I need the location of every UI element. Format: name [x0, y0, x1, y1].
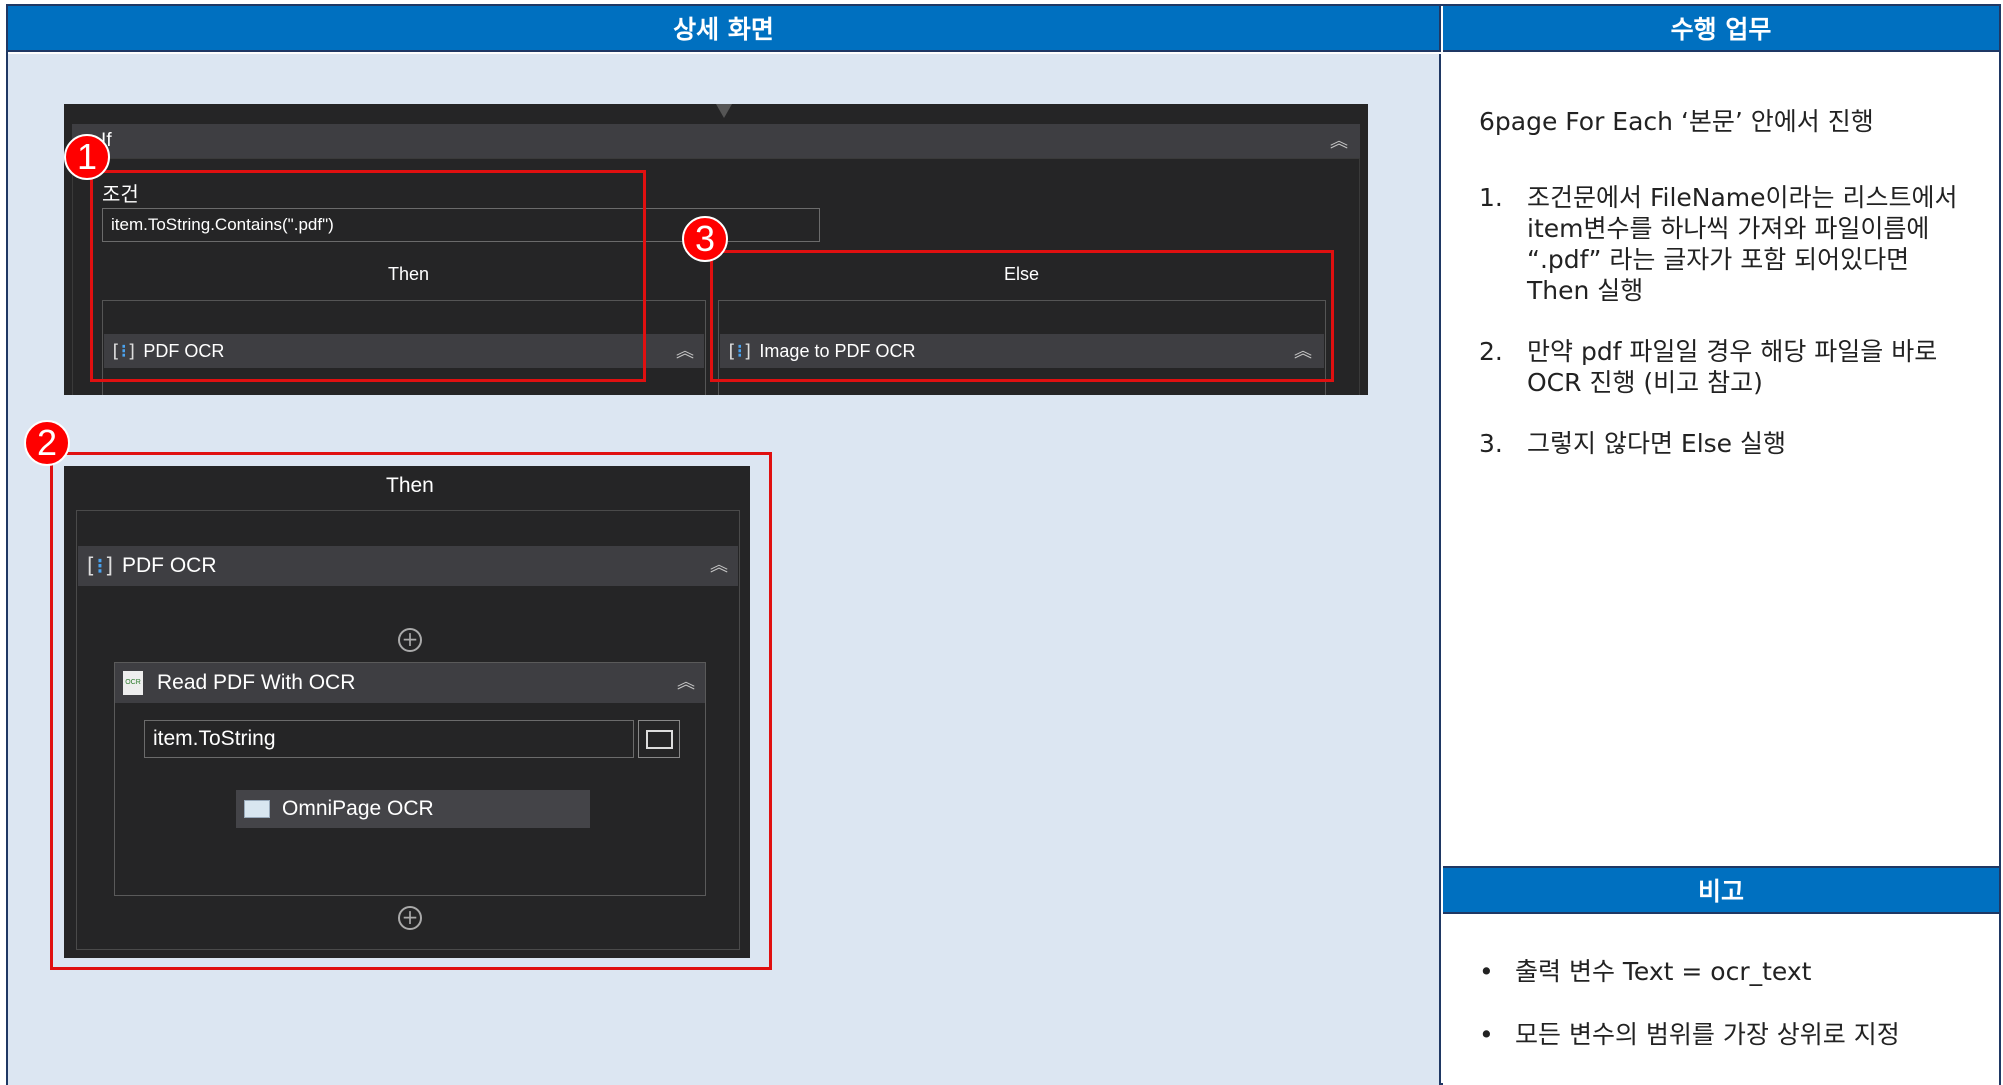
- notes-area: • 출력 변수 Text = ocr_text • 모든 변수의 범위를 가장 상위…: [1443, 916, 1999, 1085]
- tasks-area: 6page For Each ‘본문’ 안에서 진행 1. 조건문에서 FileN…: [1443, 54, 1999, 866]
- detail-screen-header: 상세 화면: [8, 6, 1441, 52]
- task-step: 1. 조건문에서 FileName이라는 리스트에서 item변수를 하나씩 가져…: [1479, 183, 1958, 305]
- badge-3: 3: [682, 216, 728, 262]
- collapse-icon[interactable]: ︽: [676, 342, 694, 360]
- badge-2: 2: [24, 420, 70, 466]
- tasks-header: 수행 업무: [1443, 6, 1999, 52]
- drop-arrow-icon: [716, 104, 732, 118]
- note-item: • 모든 변수의 범위를 가장 상위로 지정: [1479, 1020, 1900, 1049]
- tasks-steps: 1. 조건문에서 FileName이라는 리스트에서 item변수를 하나씩 가져…: [1479, 182, 1979, 489]
- slide-frame: 상세 화면 수행 업무 ⟐ If ︽ 조건 item.ToString.Cont…: [6, 4, 2001, 1085]
- task-step: 3. 그렇지 않다면 Else 실행: [1479, 429, 1786, 458]
- tasks-intro: 6page For Each ‘본문’ 안에서 진행: [1479, 107, 1874, 136]
- highlight-box-then: [50, 452, 772, 970]
- task-step: 2. 만약 pdf 파일일 경우 해당 파일을 바로 OCR 진행 (비고 참고): [1479, 337, 1938, 397]
- badge-1: 1: [64, 134, 110, 180]
- if-header-bar[interactable]: ⟐ If ︽: [72, 124, 1360, 158]
- highlight-box-else: [710, 250, 1334, 382]
- notes-header: 비고: [1443, 866, 1999, 914]
- collapse-icon[interactable]: ︽: [1330, 132, 1348, 150]
- note-item: • 출력 변수 Text = ocr_text: [1479, 957, 1812, 986]
- notes-list: • 출력 변수 Text = ocr_text • 모든 변수의 범위를 가장 상위…: [1479, 956, 1989, 1082]
- detail-screen-area: ⟐ If ︽ 조건 item.ToString.Contains(".pdf")…: [8, 54, 1441, 1085]
- highlight-box-condition: [90, 170, 646, 382]
